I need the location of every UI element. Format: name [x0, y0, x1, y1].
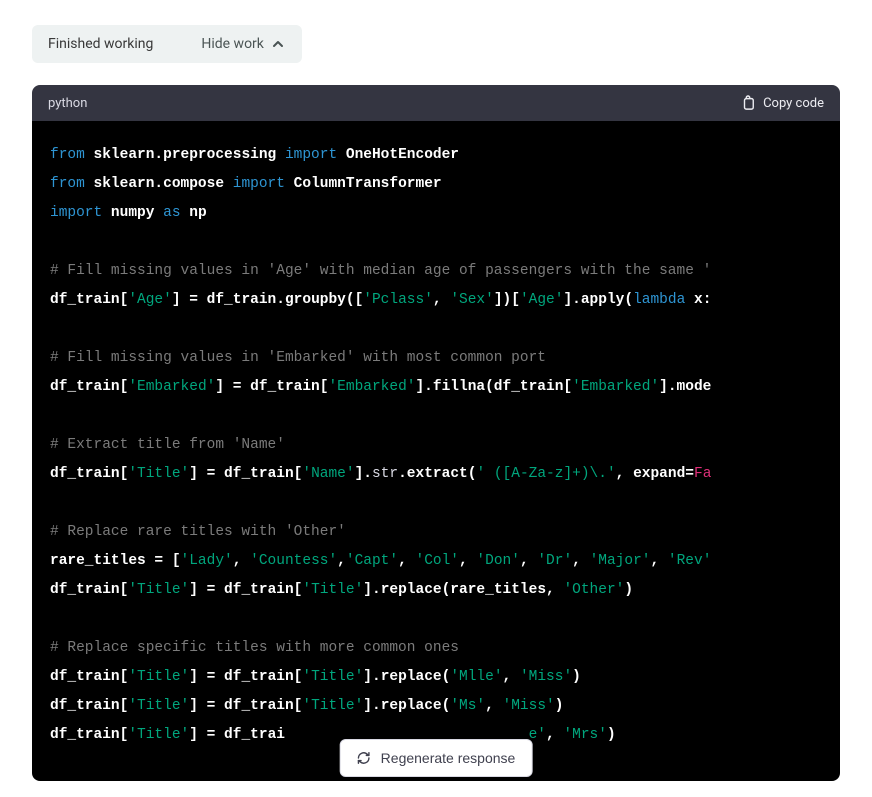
regenerate-label: Regenerate response	[381, 750, 516, 766]
code-content[interactable]: from sklearn.preprocessing import OneHot…	[32, 121, 840, 781]
hide-work-label: Hide work	[201, 36, 264, 52]
hide-work-toggle[interactable]: Hide work	[201, 36, 284, 52]
code-block: python Copy code from sklearn.preprocess…	[32, 85, 840, 781]
code-language-label: python	[48, 96, 87, 111]
clipboard-icon	[741, 95, 755, 111]
work-accordion[interactable]: Finished working Hide work	[32, 25, 302, 63]
code-header: python Copy code	[32, 85, 840, 121]
regenerate-response-button[interactable]: Regenerate response	[340, 739, 533, 777]
chevron-up-icon	[272, 38, 284, 50]
copy-code-button[interactable]: Copy code	[741, 95, 824, 111]
working-status: Finished working	[48, 36, 153, 52]
copy-code-label: Copy code	[763, 96, 824, 111]
refresh-icon	[357, 751, 371, 765]
